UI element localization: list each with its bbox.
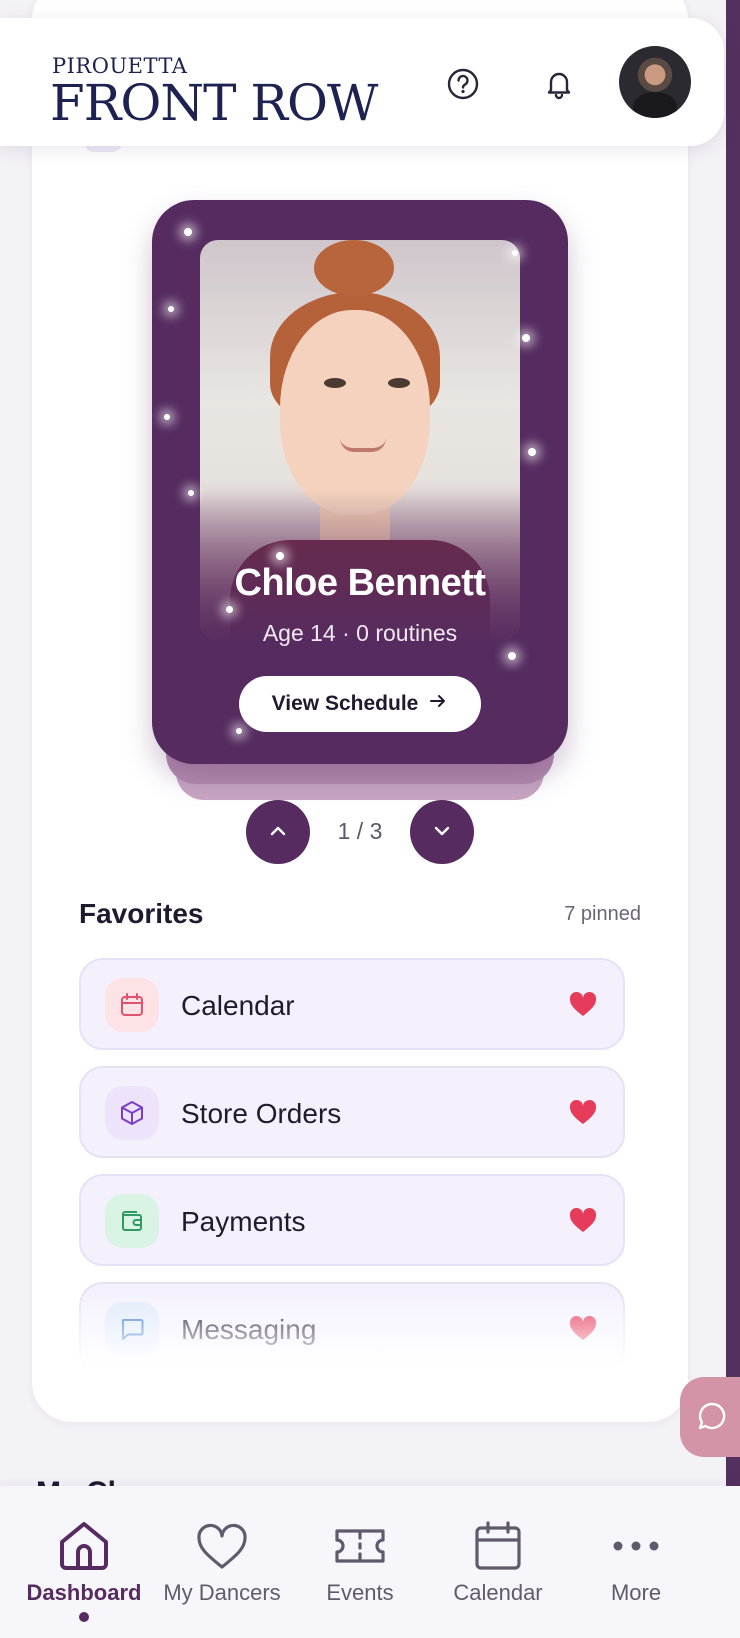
next-dancer-button[interactable] [410, 800, 474, 864]
favorite-item-calendar[interactable]: Calendar [79, 958, 625, 1050]
dancer-card[interactable]: Chloe Bennett Age 14 · 0 routines View S… [152, 200, 568, 764]
favorite-item-payments[interactable]: Payments [79, 1174, 625, 1266]
chat-button[interactable] [680, 1377, 740, 1457]
favorite-label: Messaging [181, 1314, 317, 1345]
view-schedule-label: View Schedule [271, 692, 419, 715]
nav-my-dancers[interactable]: My Dancers [152, 1486, 292, 1638]
sparkle [522, 334, 530, 342]
nav-label: My Dancers [163, 1580, 281, 1605]
user-avatar[interactable] [619, 46, 691, 118]
calendar-icon [105, 978, 159, 1032]
nav-label: Calendar [453, 1580, 543, 1605]
favorite-label: Store Orders [181, 1098, 342, 1129]
ticket-icon [333, 1518, 387, 1574]
nav-label: More [610, 1580, 662, 1605]
pager-count: 1 / 3 [337, 818, 383, 844]
dancer-name: Chloe Bennett [234, 562, 486, 604]
favorite-item-messaging[interactable]: Messaging [79, 1282, 625, 1368]
more-dots-icon [612, 1518, 660, 1574]
heart-icon[interactable] [568, 990, 598, 1023]
sparkle [512, 250, 518, 256]
arrow-right-icon [428, 691, 448, 717]
nav-label: Events [326, 1580, 394, 1605]
calendar-icon [473, 1518, 523, 1574]
active-indicator [79, 1612, 89, 1622]
chat-bubble-icon [696, 1400, 728, 1435]
nav-label: Dashboard [26, 1580, 142, 1605]
box-icon [105, 1086, 159, 1140]
view-schedule-button[interactable]: View Schedule [239, 676, 481, 732]
heart-icon[interactable] [568, 1098, 598, 1131]
favorite-item-store-orders[interactable]: Store Orders [79, 1066, 625, 1158]
home-icon [56, 1518, 112, 1574]
favorites-count: 7 pinned [564, 903, 641, 925]
favorites-list: Calendar Store Orders Payments Messaging [79, 958, 625, 1368]
previous-dancer-button[interactable] [246, 800, 310, 864]
dancer-meta: Age 14 · 0 routines [262, 620, 458, 646]
bell-icon[interactable] [541, 66, 577, 102]
heart-icon[interactable] [568, 1314, 598, 1347]
heart-icon[interactable] [568, 1206, 598, 1239]
top-header: PIROUETTA FRONT ROW [0, 18, 724, 146]
sparkle [226, 606, 233, 613]
sparkle [236, 728, 242, 734]
wallet-icon [105, 1194, 159, 1248]
dancer-pager: 1 / 3 [246, 800, 474, 864]
message-icon [105, 1302, 159, 1356]
help-icon[interactable] [445, 66, 481, 102]
sparkle [276, 552, 284, 560]
nav-more[interactable]: More [580, 1486, 692, 1638]
favorite-label: Payments [181, 1206, 306, 1237]
bottom-nav: Dashboard My Dancers Events Calendar Mor… [0, 1486, 740, 1638]
nav-calendar[interactable]: Calendar [436, 1486, 560, 1638]
nav-dashboard[interactable]: Dashboard [16, 1486, 152, 1638]
favorites-title: Favorites [79, 898, 204, 929]
sparkle [164, 414, 170, 420]
chevron-up-icon [266, 819, 290, 846]
sparkle [188, 490, 194, 496]
nav-events[interactable]: Events [300, 1486, 420, 1638]
heart-outline-icon [196, 1518, 248, 1574]
sparkle [168, 306, 174, 312]
logo-main-text[interactable]: FRONT ROW [50, 78, 378, 128]
chevron-down-icon [430, 819, 454, 846]
favorite-label: Calendar [181, 990, 295, 1021]
sparkle [528, 448, 536, 456]
right-edge-rail [726, 0, 740, 1486]
sparkle [508, 652, 516, 660]
sparkle [184, 228, 192, 236]
